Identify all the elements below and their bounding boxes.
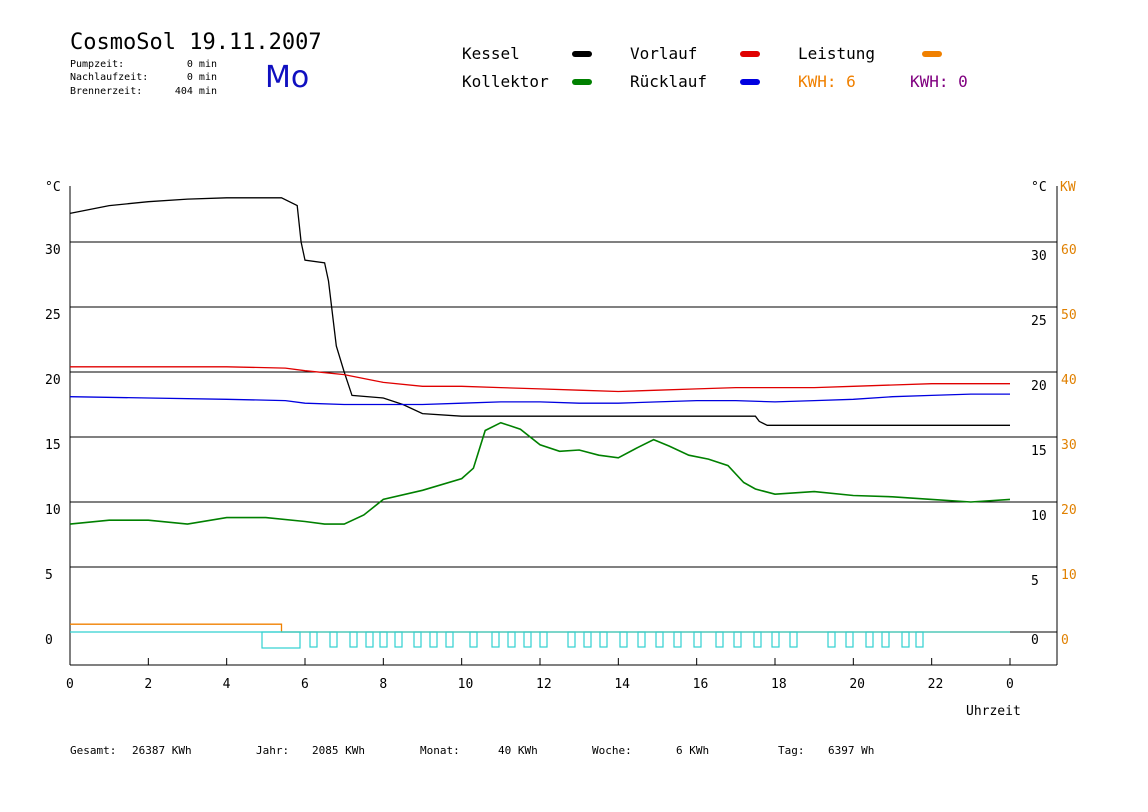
x-tick-label: 0 [1006,677,1014,692]
y2-tick-label: 20 [1061,503,1077,518]
series-line-kessel [69,197,1010,426]
y-tick-label-right: 30 [1031,249,1047,264]
pump-activity-mark [507,631,516,648]
pump-activity-block [261,631,301,649]
series-line-kollektor [69,421,1011,525]
pump-activity-mark [429,631,438,648]
pump-activity-mark [845,631,854,648]
pump-activity-mark [379,631,388,648]
pump-activity-mark [309,631,318,648]
x-tick-label: 8 [379,677,387,692]
pump-activity-mark [789,631,798,648]
pump-activity-mark [753,631,762,648]
footer-monat-value: 40 KWh [498,744,538,757]
y-tick-label-right: 5 [1031,574,1039,589]
y2-tick-label: 60 [1061,243,1077,258]
series-line-ruecklauf [69,393,1010,406]
x-tick-label: 4 [223,677,231,692]
x-axis-label: Uhrzeit [966,704,1021,719]
footer-tag-value: 6397 Wh [828,744,875,757]
x-tick-label: 14 [614,677,630,692]
x-tick-label: 18 [771,677,787,692]
pump-activity-mark [637,631,646,648]
pump-activity-mark [655,631,664,648]
footer-monat-label: Monat: [420,744,460,757]
y2-tick-label: 40 [1061,373,1077,388]
pump-activity-mark [469,631,478,648]
x-tick-label: 6 [301,677,309,692]
x-tick-label: 20 [849,677,865,692]
pump-activity-mark [915,631,924,648]
x-tick-label: 0 [66,677,74,692]
pump-activity-mark [827,631,836,648]
pump-activity-mark [693,631,702,648]
pump-activity-mark [881,631,890,648]
pump-activity-mark [567,631,576,648]
x-tick-label: 2 [144,677,152,692]
footer-woche-value: 6 KWh [676,744,710,757]
y2-tick-label: 50 [1061,308,1077,323]
footer-woche-label: Woche: [592,744,632,757]
y-tick-label-right: 20 [1031,379,1047,394]
y-tick-label-left: 5 [45,568,53,583]
pump-activity-mark [599,631,608,648]
pump-activity-mark [733,631,742,648]
y-tick-label-right: 15 [1031,444,1047,459]
footer-gesamt-value: 26387 KWh [132,744,192,757]
pump-activity-mark [445,631,454,648]
series-line-leistung [70,623,1010,633]
pump-activity-mark [523,631,532,648]
pump-activity-mark [901,631,910,648]
pump-activity-mark [771,631,780,648]
x-tick-label: 16 [693,677,709,692]
y2-tick-label: 30 [1061,438,1077,453]
x-tick-label: 22 [928,677,944,692]
y-tick-label-left: 0 [45,633,53,648]
pump-activity-mark [583,631,592,648]
x-tick-label: 10 [458,677,474,692]
y-tick-label-left: 15 [45,438,61,453]
footer-tag-label: Tag: [778,744,805,757]
y-tick-label-right: 25 [1031,314,1047,329]
series-line-vorlauf [70,366,1010,393]
y-tick-label-left: 25 [45,308,61,323]
pump-activity-mark [865,631,874,648]
pump-activity-mark [365,631,374,648]
y-axis-label-left: °C [45,180,61,195]
pump-activity-mark [673,631,682,648]
y-axis-label-right: °C [1031,180,1047,195]
temperature-chart: 0 0 05 5 1010 10 2015 15 3020 20 4025 25 5030 30 60°C °… [45,180,1077,719]
y-tick-label-right: 10 [1031,509,1047,524]
y-tick-label-left: 30 [45,243,61,258]
footer-jahr-label: Jahr: [256,744,290,757]
pump-activity-mark [539,631,548,648]
pump-activity-mark [619,631,628,648]
pump-activity-mark [413,631,422,648]
y2-tick-label: 10 [1061,568,1077,583]
footer-gesamt-label: Gesamt: [70,744,117,757]
pump-activity-mark [715,631,724,648]
footer-jahr-value: 2085 KWh [312,744,365,757]
y-tick-label-left: 10 [45,503,61,518]
x-tick-label: 12 [536,677,552,692]
y2-tick-label: 0 [1061,633,1069,648]
pump-activity-mark [491,631,500,648]
pump-activity-mark [394,631,403,648]
pump-activity-mark [329,631,338,648]
y-tick-label-left: 20 [45,373,61,388]
y-tick-label-right: 0 [1031,633,1039,648]
pump-activity-mark [349,631,358,648]
y2-axis-label: KW [1060,180,1076,195]
